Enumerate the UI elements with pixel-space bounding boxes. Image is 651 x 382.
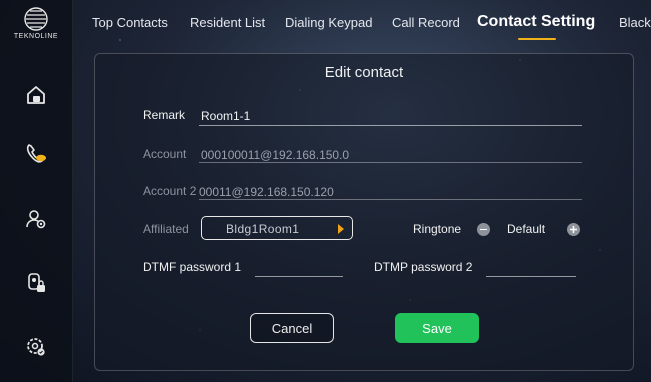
tab-resident-list[interactable]: Resident List [190,15,265,30]
caret-right-icon [338,224,344,234]
tab-top-contacts[interactable]: Top Contacts [92,15,168,30]
device-lock-icon [28,273,45,292]
ringtone-label: Ringtone [413,222,462,236]
affiliated-select[interactable]: Bldg1Room1 [201,216,353,240]
sidebar-item-home[interactable] [21,80,51,110]
affiliated-value: Bldg1Room1 [226,222,300,236]
dtmp2-field[interactable] [488,260,574,274]
remark-label: Remark [143,108,186,122]
edit-contact-dialog: Edit contact Remark Room1-1 Account 0001… [94,53,634,371]
dtmf1-label: DTMF password 1 [143,260,242,274]
ringtone-value: Default [507,222,546,236]
active-tab-indicator [518,38,556,40]
logo-icon [24,7,48,31]
tab-call-record[interactable]: Call Record [392,15,460,30]
tab-blacklist[interactable]: Black [619,15,651,30]
sidebar: TEKNOLINE [0,0,73,382]
account2-label: Account 2 [143,184,197,198]
home-icon [27,86,45,104]
phone-icon [26,144,46,163]
remark-field[interactable]: Room1-1 [201,109,250,123]
dtmp2-label: DTMP password 2 [374,260,473,274]
sidebar-item-user-settings[interactable] [21,204,51,234]
dtmf1-field[interactable] [257,260,343,274]
plus-icon [570,226,577,233]
logo: TEKNOLINE [0,6,72,40]
cancel-button[interactable]: Cancel [250,313,334,343]
ringtone-prev-button[interactable] [477,223,490,236]
top-tabs: Top Contacts Resident List Dialing Keypa… [80,0,651,48]
dtmp2-underline [486,276,576,277]
sidebar-item-contacts[interactable] [21,139,51,169]
minus-icon [480,228,487,231]
dtmf1-underline [255,276,343,277]
account-field: 000100011@192.168.150.0 [201,148,350,162]
sidebar-item-device[interactable] [21,268,51,298]
account2-field: 00011@192.168.150.120 [199,185,334,199]
settings-icon [27,338,45,356]
remark-underline [199,125,582,126]
sidebar-item-settings[interactable] [21,332,51,362]
account2-underline [199,199,582,200]
tab-contact-setting[interactable]: Contact Setting [477,13,595,31]
account-underline [199,162,582,163]
logo-text: TEKNOLINE [13,33,59,40]
dialog-title: Edit contact [324,64,404,81]
ringtone-next-button[interactable] [567,223,580,236]
user-settings-icon [26,210,46,229]
affiliated-label: Affiliated [143,222,189,236]
account-label: Account [143,147,187,161]
tab-dialing-keypad[interactable]: Dialing Keypad [285,15,372,30]
save-button[interactable]: Save [395,313,479,343]
